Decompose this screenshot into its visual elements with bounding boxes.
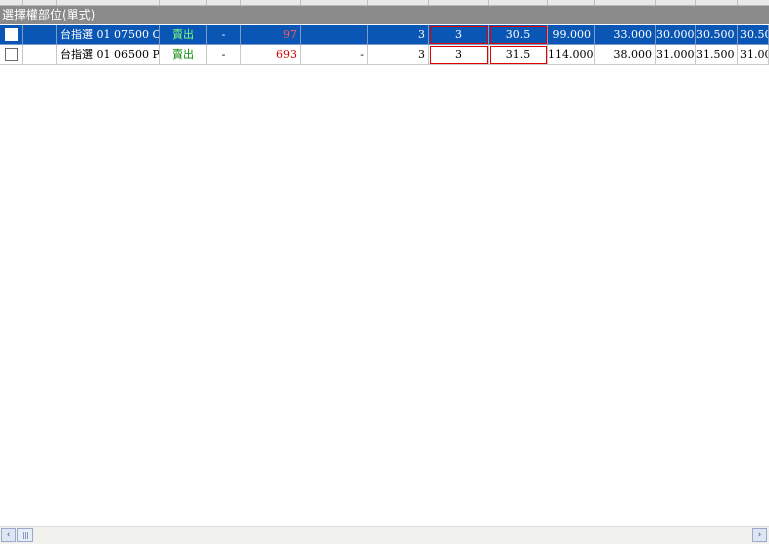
- value-5-cell: 31.00: [738, 45, 769, 65]
- value-4-cell: 31.500: [696, 45, 738, 65]
- side-cell: 賣出: [160, 45, 207, 65]
- contract-cell: 台指選 01 06500 P: [57, 45, 160, 65]
- row-select-cell[interactable]: [0, 45, 23, 65]
- quantity-b-cell: 3: [368, 25, 429, 45]
- table-row[interactable]: 台指選 01 06500 P 賣出 - 693 - 3 3 31.5 114.0…: [0, 45, 769, 65]
- side-cell: 賣出: [160, 25, 207, 45]
- row-checkbox[interactable]: [5, 28, 18, 41]
- row-checkbox[interactable]: [5, 48, 18, 61]
- row-select-cell[interactable]: [0, 25, 23, 45]
- blank-cell: [23, 45, 57, 65]
- horizontal-scrollbar[interactable]: ‹ ›: [0, 526, 769, 544]
- scroll-thumb[interactable]: [17, 528, 33, 542]
- value-5-cell: 30.50: [738, 25, 769, 45]
- dash-cell: -: [207, 45, 241, 65]
- value-2-cell: 38.000: [595, 45, 656, 65]
- quantity-b-cell: 3: [368, 45, 429, 65]
- value-4-cell: 30.500: [696, 25, 738, 45]
- value-2-cell: 33.000: [595, 25, 656, 45]
- contract-cell: 台指選 01 07500 C: [57, 25, 160, 45]
- scroll-left-icon[interactable]: ‹: [1, 528, 16, 542]
- blank-cell: [23, 25, 57, 45]
- panel-title: 選擇權部位(單式): [0, 6, 769, 24]
- quantity-input[interactable]: 3: [429, 25, 489, 45]
- quantity-a-cell: 97: [241, 25, 301, 45]
- quantity-a-cell: 693: [241, 45, 301, 65]
- price-input[interactable]: 31.5: [489, 45, 548, 65]
- quantity-input[interactable]: 3: [429, 45, 489, 65]
- blank-value-cell: [301, 25, 368, 45]
- dash-cell: -: [207, 25, 241, 45]
- blank-value-cell: -: [301, 45, 368, 65]
- table-row[interactable]: 台指選 01 07500 C 賣出 - 97 3 3 30.5 99.000 3…: [0, 25, 769, 45]
- price-input[interactable]: 30.5: [489, 25, 548, 45]
- value-3-cell: 31.000: [656, 45, 696, 65]
- value-3-cell: 30.000: [656, 25, 696, 45]
- scroll-right-icon[interactable]: ›: [752, 528, 767, 542]
- value-1-cell: 114.000: [548, 45, 595, 65]
- value-1-cell: 99.000: [548, 25, 595, 45]
